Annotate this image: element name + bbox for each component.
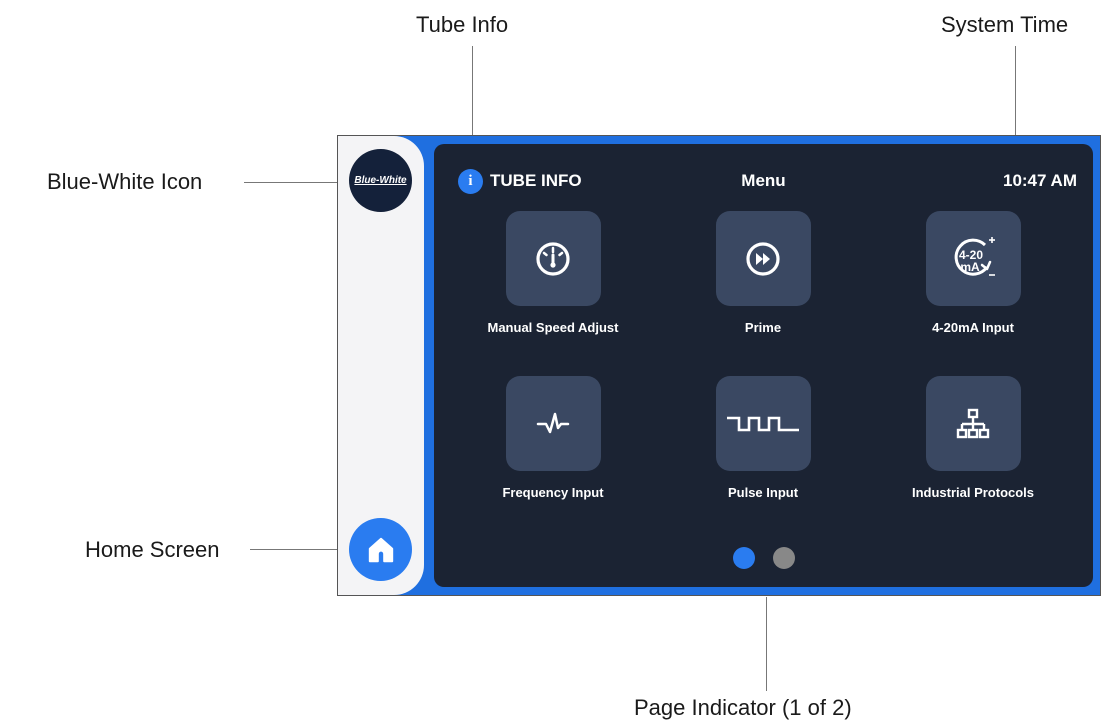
prime-button[interactable] bbox=[715, 211, 811, 306]
menu-tile-prime[interactable]: Prime bbox=[663, 211, 863, 335]
menu-tile-pulse-input[interactable]: Pulse Input bbox=[663, 376, 863, 500]
home-icon bbox=[368, 537, 393, 562]
menu-tile-label: Frequency Input bbox=[502, 485, 604, 500]
menu-tile-label: Pulse Input bbox=[727, 485, 799, 500]
menu-tile-4-20ma-input[interactable]: 4-20 mA 4-20mA Input bbox=[873, 211, 1073, 335]
system-time: 10:47 AM bbox=[1002, 171, 1077, 190]
4-20ma-input-button[interactable]: 4-20 mA bbox=[925, 211, 1021, 306]
current-loop-icon: 4-20 mA bbox=[954, 236, 995, 276]
fast-forward-icon bbox=[746, 241, 780, 276]
square-wave-icon bbox=[727, 416, 799, 431]
page-dot-2[interactable] bbox=[773, 547, 795, 569]
menu-screen: i TUBE INFO Menu 10:47 AM Manual Speed A… bbox=[434, 144, 1093, 587]
page-title: Menu bbox=[741, 171, 786, 190]
sidebar: Blue-White bbox=[338, 136, 424, 595]
logo-text: Blue-White bbox=[354, 175, 407, 186]
menu-tile-industrial-protocols[interactable]: Industrial Protocols bbox=[873, 376, 1073, 500]
annotation-system-time: System Time bbox=[941, 12, 1069, 37]
annotation-page-indicator: Page Indicator (1 of 2) bbox=[634, 695, 852, 720]
pulse-wave-icon bbox=[536, 412, 570, 433]
home-button[interactable] bbox=[349, 518, 412, 581]
menu-tile-manual-speed-adjust[interactable]: Manual Speed Adjust bbox=[453, 211, 653, 335]
network-hierarchy-icon bbox=[956, 408, 990, 438]
device-display: Blue-White i TUBE INFO Menu 10:47 AM Man… bbox=[337, 135, 1101, 596]
annotation-home-screen: Home Screen bbox=[85, 537, 220, 562]
annotation-tube-info: Tube Info bbox=[416, 12, 509, 37]
speedometer-icon bbox=[536, 241, 570, 276]
blue-white-logo[interactable]: Blue-White bbox=[349, 149, 412, 212]
menu-tile-frequency-input[interactable]: Frequency Input bbox=[453, 376, 653, 500]
menu-tile-label: 4-20mA Input bbox=[932, 320, 1014, 335]
annotation-blue-white-icon: Blue-White Icon bbox=[47, 169, 203, 194]
icon-unit-text: mA bbox=[960, 260, 980, 274]
menu-tile-label: Manual Speed Adjust bbox=[487, 320, 619, 335]
manual-speed-adjust-button[interactable] bbox=[505, 211, 601, 306]
menu-tile-label: Prime bbox=[744, 320, 782, 335]
pulse-input-button[interactable] bbox=[715, 376, 811, 471]
leader-line-blue-white-icon bbox=[244, 182, 337, 183]
leader-line-page-indicator bbox=[766, 597, 767, 691]
leader-line-system-time bbox=[1015, 46, 1016, 135]
menu-tile-label: Industrial Protocols bbox=[911, 485, 1035, 500]
frequency-input-button[interactable] bbox=[505, 376, 601, 471]
leader-line-tube-info bbox=[472, 46, 473, 135]
leader-line-home-screen bbox=[250, 549, 337, 550]
industrial-protocols-button[interactable] bbox=[925, 376, 1021, 471]
page-dot-1-active[interactable] bbox=[733, 547, 755, 569]
